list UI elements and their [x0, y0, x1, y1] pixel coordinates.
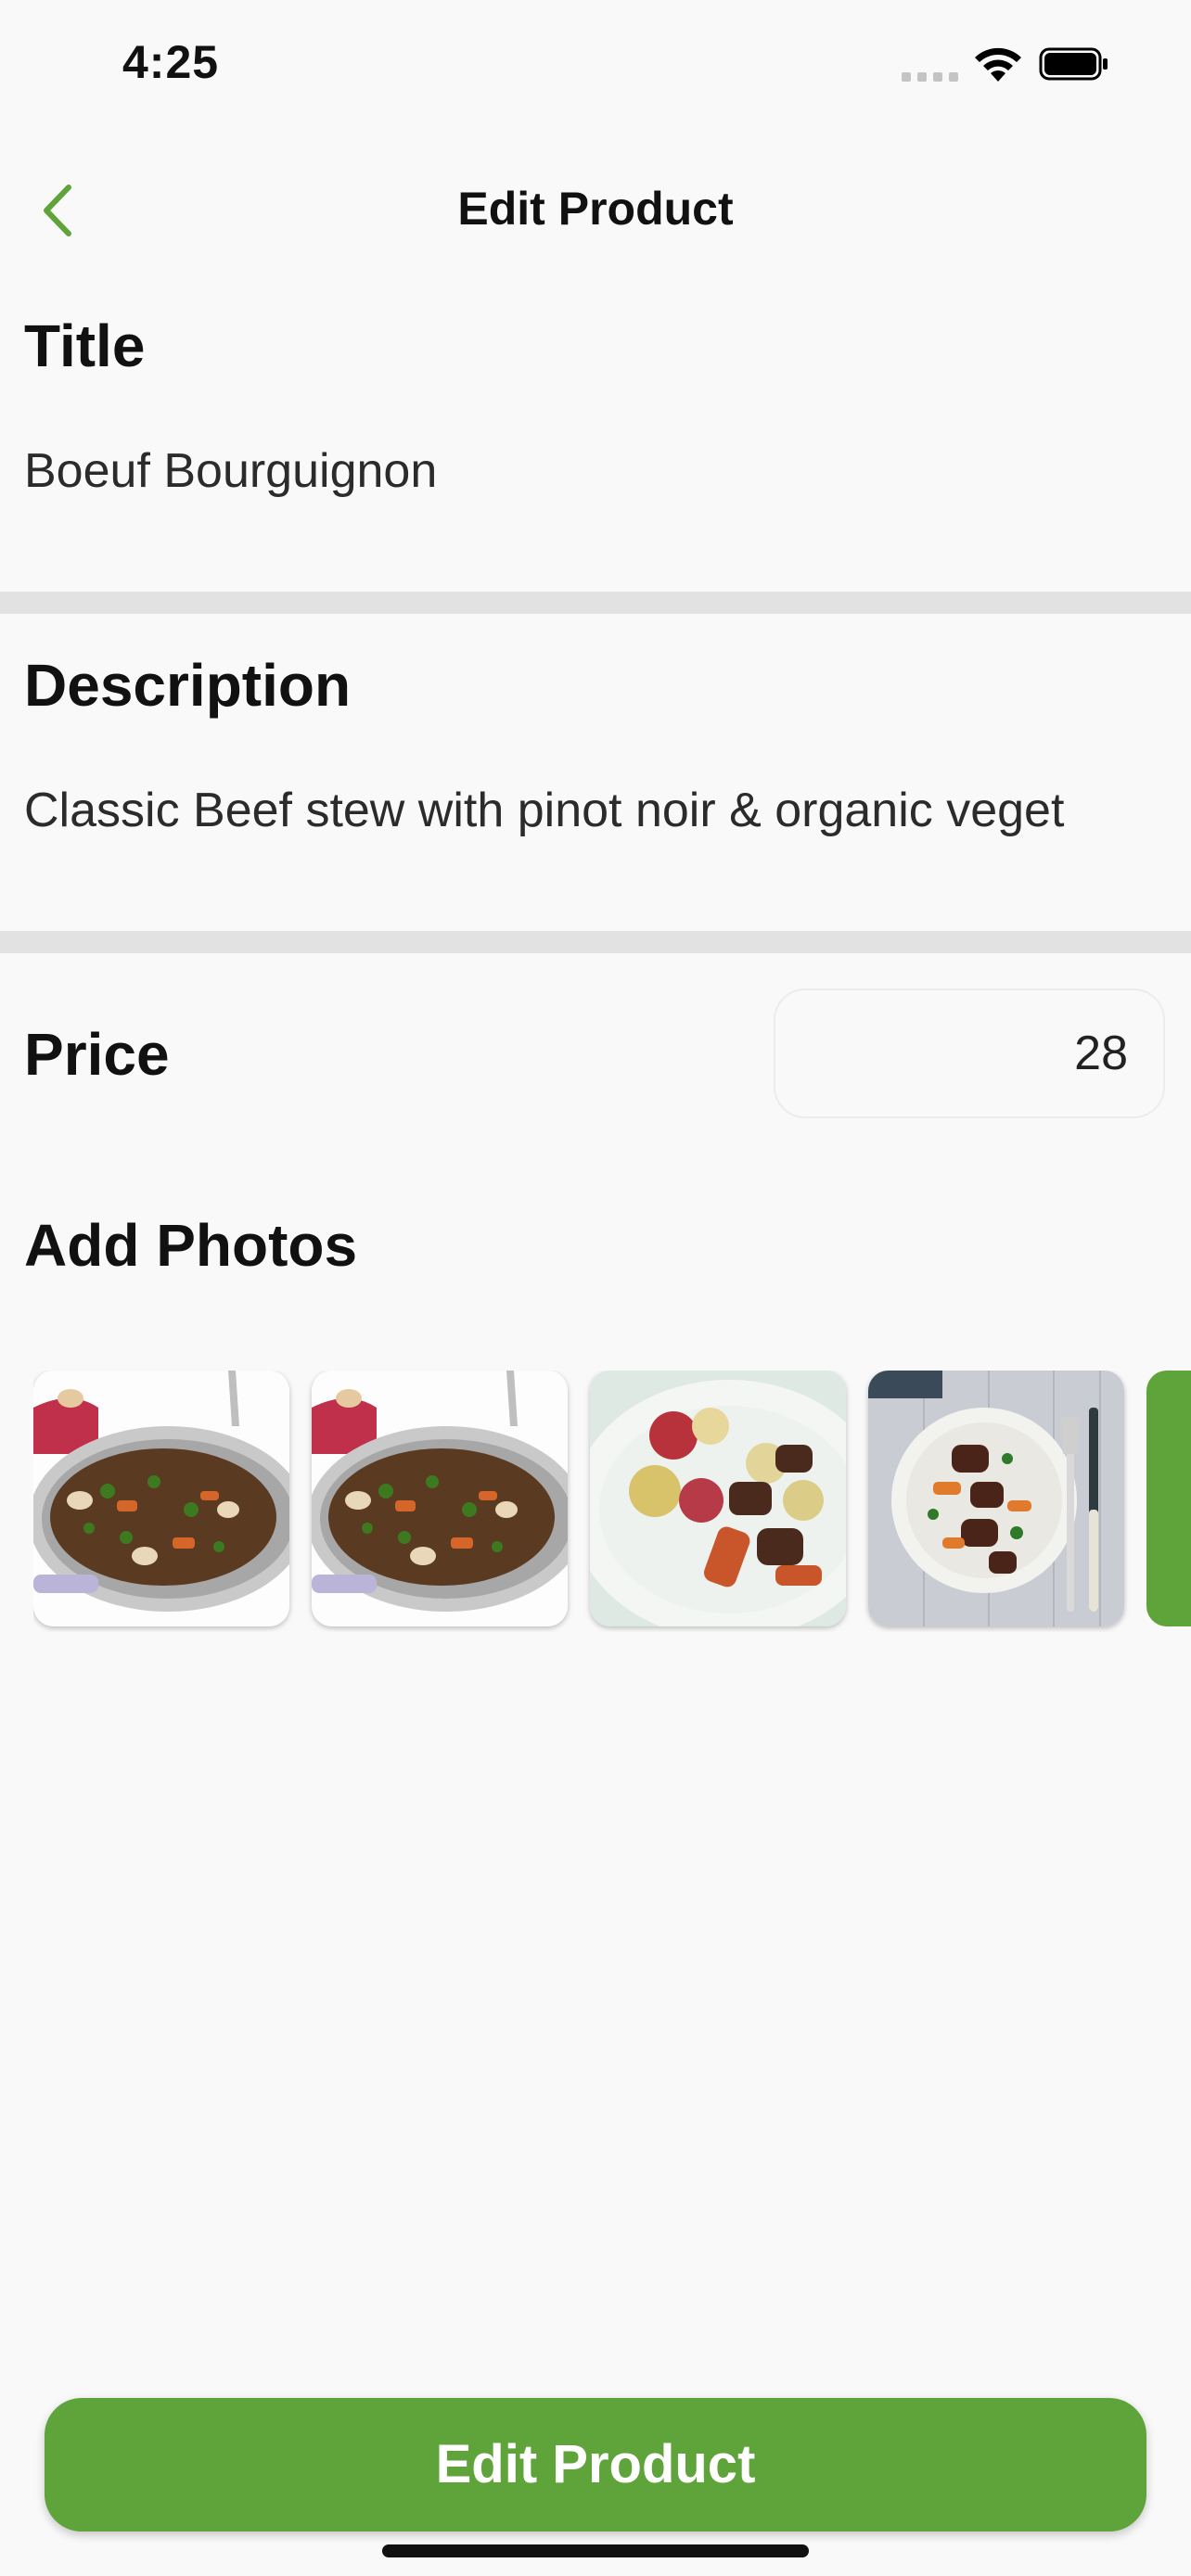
divider [0, 931, 1191, 953]
divider [0, 592, 1191, 614]
description-input[interactable]: Classic Beef stew with pinot noir & orga… [24, 783, 1169, 838]
stew-plate-cutlery-photo[interactable] [868, 1371, 1124, 1626]
page-title: Edit Product [457, 183, 734, 235]
title-label: Title [24, 312, 146, 379]
home-indicator [382, 2544, 809, 2557]
edit-product-button[interactable]: Edit Product [45, 2398, 1146, 2531]
add-photos-label: Add Photos [24, 1212, 358, 1279]
battery-icon [1039, 47, 1108, 81]
add-photo-button[interactable] [1146, 1371, 1191, 1626]
stew-pan-photo-2[interactable] [312, 1371, 568, 1626]
description-label: Description [24, 652, 352, 719]
price-label: Price [24, 1021, 170, 1088]
photo-strip[interactable] [33, 1371, 1191, 1632]
cellular-signal-icon [902, 72, 958, 82]
title-input[interactable]: Boeuf Bourguignon [24, 443, 1165, 499]
price-input[interactable]: 28 [774, 988, 1165, 1118]
status-time: 4:25 [122, 36, 220, 88]
status-bar: 4:25 [0, 0, 1191, 130]
stew-pan-photo-1[interactable] [33, 1371, 289, 1626]
stew-bowl-potatoes-photo[interactable] [590, 1371, 846, 1626]
wifi-icon [975, 47, 1021, 82]
